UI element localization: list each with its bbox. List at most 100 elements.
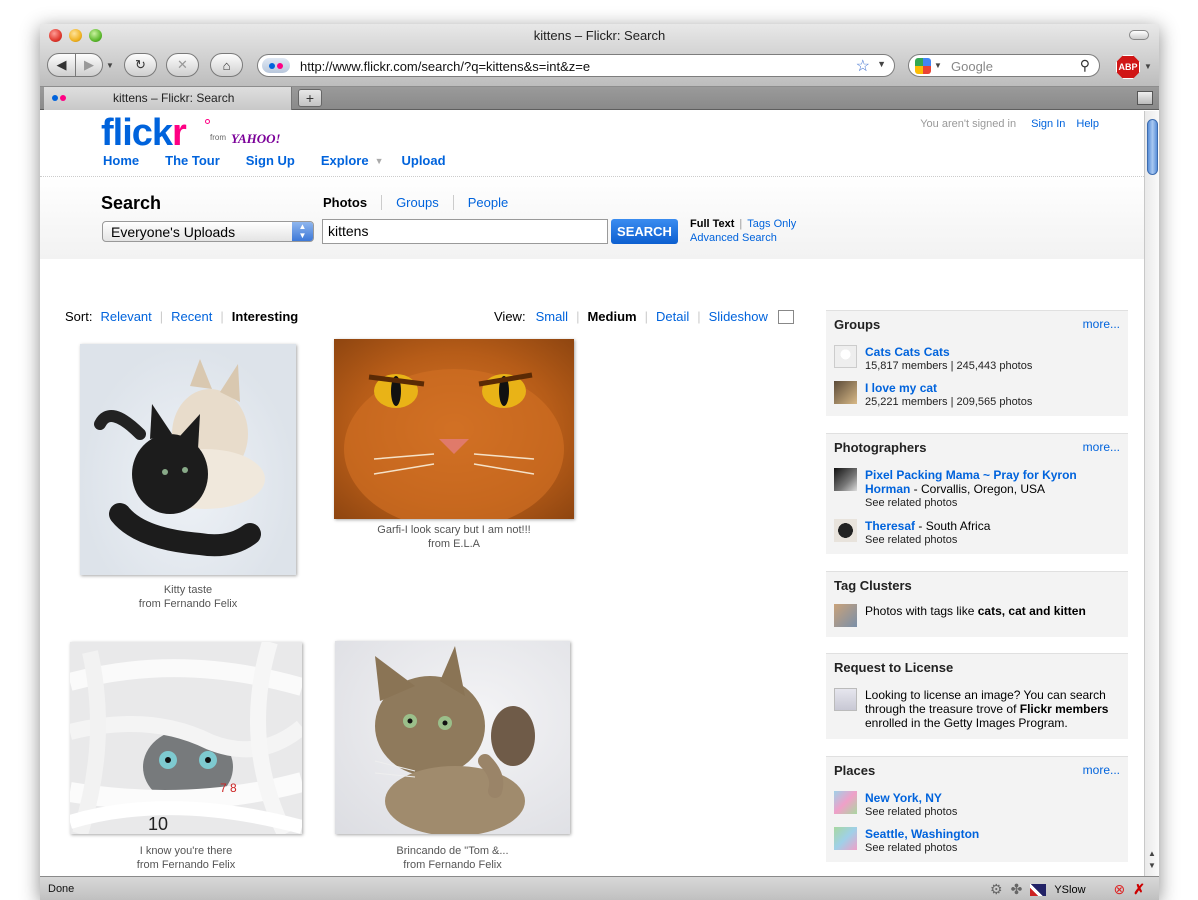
photo-i-know-youre-there[interactable]: 10 7 8 [70, 642, 302, 834]
photo-owner[interactable]: from E.L.A [334, 537, 574, 551]
home-button[interactable]: ⌂ [210, 53, 243, 77]
explore-dropdown-icon[interactable]: ▼ [375, 156, 384, 168]
sort-interesting[interactable]: Interesting [232, 309, 298, 324]
nav-home[interactable]: Home [103, 153, 139, 168]
stop-icon: ✕ [177, 57, 188, 72]
forward-button[interactable]: ▶ [75, 53, 103, 77]
photo-caption: Brincando de "Tom &... from Fernando Fel… [335, 844, 570, 872]
photo-title[interactable]: Garfi-I look scary but I am not!!! [334, 523, 574, 537]
toolbar-toggle-button[interactable] [1129, 30, 1149, 40]
nav-sign-up[interactable]: Sign Up [246, 153, 295, 168]
photo-caption: Kitty taste from Fernando Felix [80, 583, 296, 611]
photographer-name[interactable]: Theresaf [865, 519, 915, 533]
photo-owner[interactable]: from Fernando Felix [335, 858, 570, 872]
photographer-avatar [834, 468, 857, 491]
tag-cluster-tags[interactable]: cats, cat and kitten [978, 604, 1086, 618]
nav-upload[interactable]: Upload [401, 153, 445, 168]
tags-only-link[interactable]: Tags Only [747, 218, 796, 230]
places-more-link[interactable]: more... [1083, 763, 1120, 777]
related-photos-link[interactable]: See related photos [865, 496, 1125, 510]
scroll-down-icon[interactable]: ▼ [1148, 861, 1156, 870]
related-photos-link[interactable]: See related photos [865, 533, 1125, 547]
photo-title[interactable]: I know you're there [70, 844, 302, 858]
tag-clusters-box: Tag Clusters Photos with tags like cats,… [826, 571, 1128, 637]
related-photos-link[interactable]: See related photos [865, 805, 1125, 819]
photo-owner[interactable]: from Fernando Felix [70, 858, 302, 872]
search-engine-box[interactable]: ▼ Google ⚲ [908, 54, 1100, 77]
history-dropdown-icon[interactable]: ▼ [106, 61, 114, 70]
map-thumb-icon [834, 791, 857, 814]
magnifier-icon[interactable]: ⚲ [1080, 57, 1090, 74]
photographer-name-cont[interactable]: Horman [865, 482, 910, 496]
tab-people[interactable]: People [454, 195, 522, 210]
tab-list-icon[interactable] [1137, 91, 1153, 105]
back-arrow-icon: ◀ [56, 57, 67, 72]
groups-more-link[interactable]: more... [1083, 317, 1120, 331]
help-link[interactable]: Help [1076, 118, 1099, 130]
view-detail[interactable]: Detail [656, 309, 689, 324]
sort-relevant[interactable]: Relevant [100, 309, 151, 324]
search-title: Search [101, 193, 162, 213]
error-icon[interactable]: ⊗ [1114, 881, 1126, 898]
sign-in-link[interactable]: Sign In [1031, 118, 1065, 130]
stop-button[interactable]: ✕ [166, 53, 199, 77]
vertical-scrollbar[interactable]: ▲ ▼ [1144, 111, 1159, 876]
back-button[interactable]: ◀ [47, 53, 76, 77]
puzzle-icon[interactable]: ✤ [1011, 881, 1023, 898]
flickr-members-link[interactable]: Flickr members [1020, 702, 1109, 716]
yslow-label[interactable]: YSlow [1054, 884, 1085, 896]
tab-groups[interactable]: Groups [382, 195, 454, 210]
from-label: from [210, 133, 226, 142]
photographer-name[interactable]: Pixel Packing Mama ~ Pray for Kyron [865, 468, 1077, 482]
search-input[interactable]: kittens [322, 219, 608, 244]
tab-photos[interactable]: Photos [323, 195, 383, 210]
bookmark-star-icon[interactable]: ☆ [856, 56, 870, 76]
search-options: Full Text | Tags Only Advanced Search [690, 218, 797, 245]
view-slideshow[interactable]: Slideshow [709, 309, 768, 324]
related-photos-link[interactable]: See related photos [865, 841, 1125, 855]
photo-garfi[interactable] [334, 339, 574, 519]
url-dropdown-icon[interactable]: ▼ [877, 59, 886, 69]
photo-caption: I know you're there from Fernando Felix [70, 844, 302, 872]
reload-button[interactable]: ↻ [124, 53, 157, 77]
photo-owner[interactable]: from Fernando Felix [80, 597, 296, 611]
advanced-search-link[interactable]: Advanced Search [690, 231, 796, 245]
adblock-dropdown-icon[interactable]: ▼ [1144, 62, 1152, 71]
new-tab-button[interactable]: + [298, 89, 322, 107]
scroll-up-icon[interactable]: ▲ [1148, 849, 1156, 858]
sync-icon[interactable]: ⚙ [990, 881, 1003, 898]
search-button[interactable]: SEARCH [611, 219, 678, 244]
address-bar[interactable]: http://www.flickr.com/search/?q=kittens&… [257, 54, 895, 77]
adblock-plus-icon[interactable]: ABP [1116, 55, 1140, 79]
engine-dropdown-icon[interactable]: ▼ [934, 61, 942, 70]
nav-explore[interactable]: Explore [321, 153, 369, 168]
scope-select[interactable]: Everyone's Uploads ▲ ▼ [102, 221, 314, 242]
view-small[interactable]: Small [536, 309, 569, 324]
group-name[interactable]: I love my cat [865, 381, 937, 395]
full-text-option[interactable]: Full Text [690, 218, 734, 230]
nav-the-tour[interactable]: The Tour [165, 153, 220, 168]
site-identity-icon[interactable] [262, 58, 290, 73]
tab-kittens-search[interactable]: kittens – Flickr: Search [44, 87, 292, 110]
firebug-icon[interactable]: ✗ [1133, 881, 1145, 898]
photo-title[interactable]: Brincando de "Tom &... [335, 844, 570, 858]
tag-cluster-thumb [834, 604, 857, 627]
photo-title[interactable]: Kitty taste [80, 583, 296, 597]
view-medium[interactable]: Medium [587, 309, 636, 324]
scrollbar-thumb[interactable] [1147, 119, 1158, 175]
group-name[interactable]: Cats Cats Cats [865, 345, 950, 359]
slideshow-icon[interactable] [777, 309, 794, 324]
place-name[interactable]: Seattle, Washington [865, 827, 979, 841]
place-name[interactable]: New York, NY [865, 791, 942, 805]
photo-brincando[interactable] [335, 641, 570, 834]
photo-kitty-taste[interactable] [80, 344, 296, 575]
tab-label: kittens – Flickr: Search [113, 91, 235, 105]
svg-text:7 8: 7 8 [220, 781, 237, 795]
flag-icon[interactable] [1030, 883, 1047, 896]
flickr-logo[interactable]: flickr [101, 114, 187, 152]
sort-recent[interactable]: Recent [171, 309, 212, 324]
license-line-2: through the treasure trove of [865, 702, 1020, 716]
status-bar: Done ⚙ ✤ YSlow ⊗ ✗ [40, 876, 1159, 900]
google-icon[interactable] [915, 58, 931, 74]
photographers-more-link[interactable]: more... [1083, 440, 1120, 454]
